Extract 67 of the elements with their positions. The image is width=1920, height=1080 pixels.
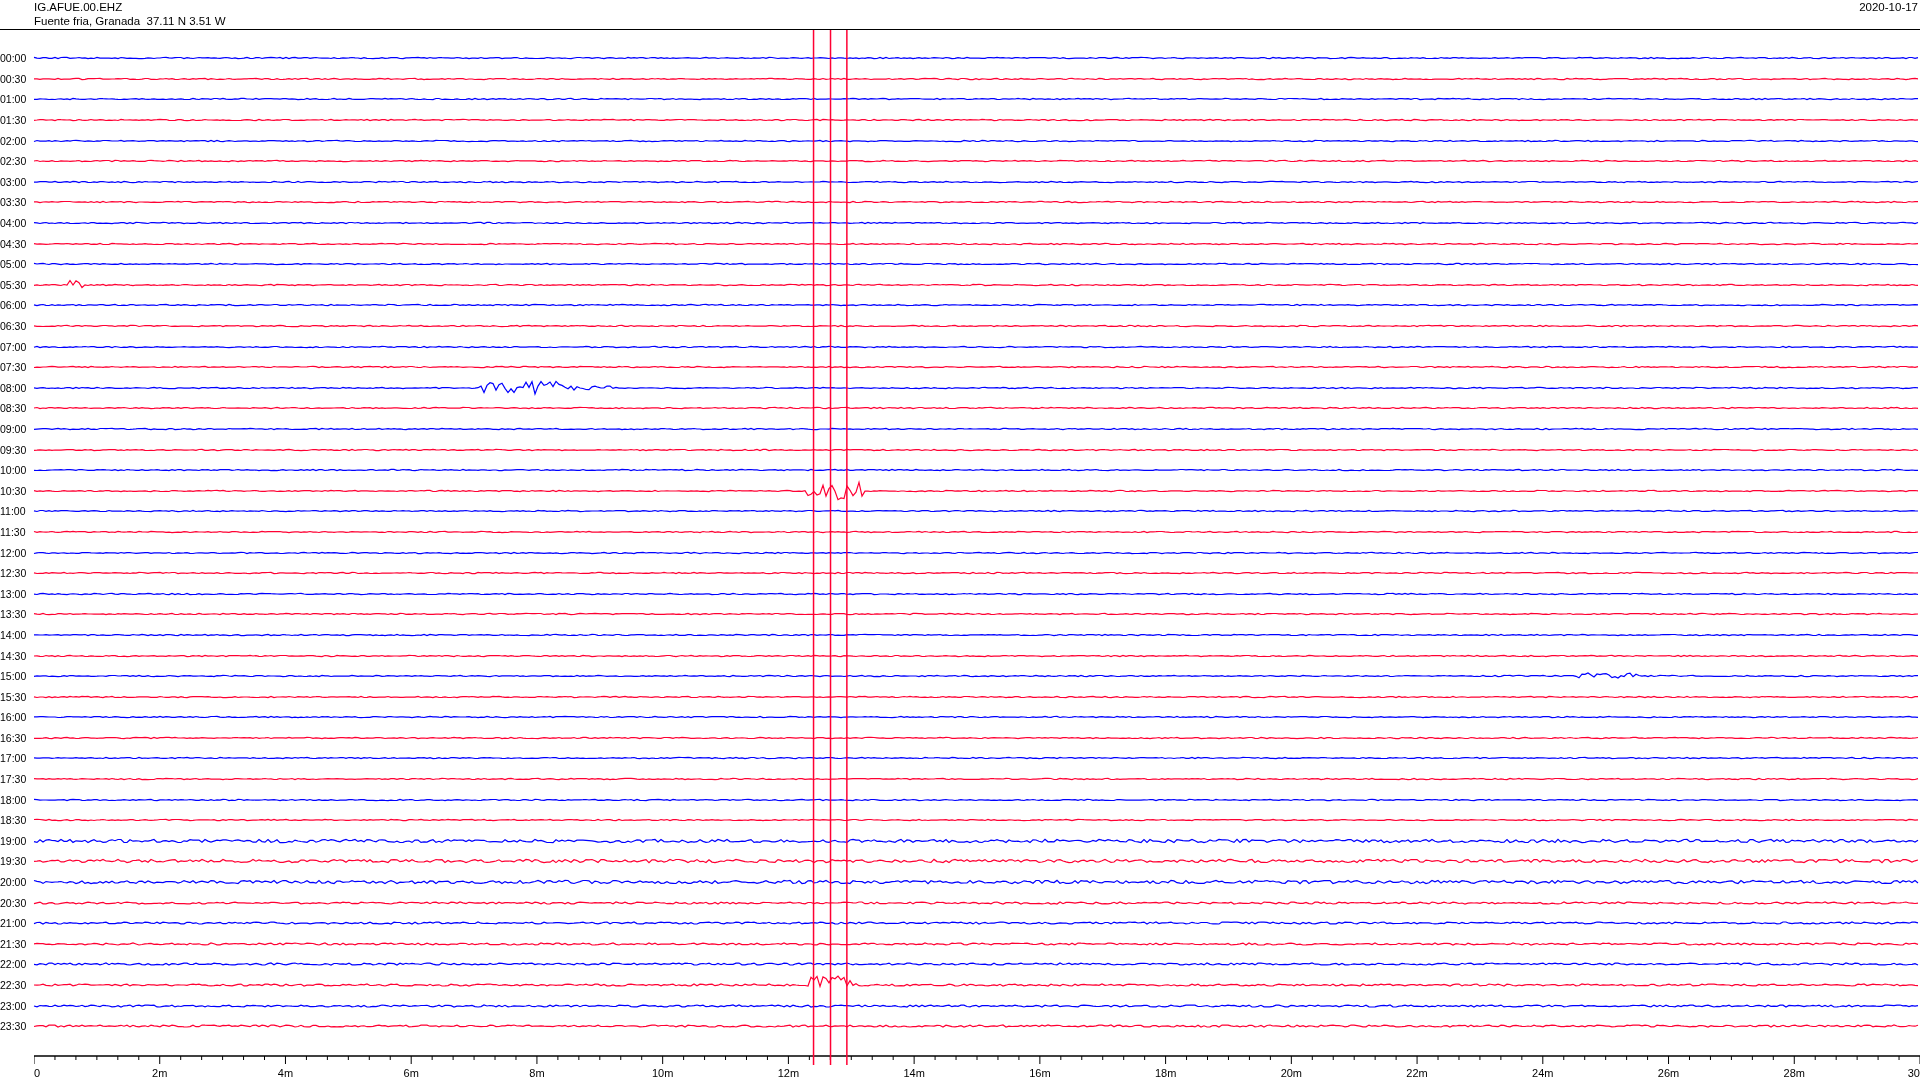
axis-label: 2m (152, 1066, 168, 1079)
axis-label: 6m (403, 1066, 419, 1079)
time-label: 09:00 (0, 423, 28, 435)
time-label: 11:00 (0, 505, 27, 518)
time-label: 23:00 (0, 999, 28, 1012)
station-code: IG.AFUE.00.EHZ (34, 0, 124, 14)
axis-label: 16m (1029, 1066, 1051, 1079)
axis-label: 4m (277, 1066, 294, 1079)
time-label: 20:00 (0, 876, 28, 889)
time-label: 02:30 (0, 155, 28, 168)
time-label: 01:30 (0, 114, 28, 127)
time-label: 17:30 (0, 773, 28, 786)
time-label: 17:00 (0, 752, 28, 765)
date-label: 2020-10-17 (1859, 0, 1918, 15)
time-label: 16:30 (0, 731, 28, 744)
time-label: 22:30 (0, 979, 28, 991)
axis-label: 28m (1783, 1066, 1805, 1079)
time-label: 19:00 (0, 834, 28, 847)
time-label: 04:00 (0, 217, 28, 230)
time-label: 15:00 (0, 670, 28, 683)
time-label: 12:30 (0, 567, 28, 580)
time-label: 03:30 (0, 196, 28, 209)
time-label: 06:00 (0, 299, 28, 312)
time-label: 07:00 (0, 340, 28, 353)
time-label: 16:00 (0, 711, 28, 724)
axis-label: 14m (903, 1066, 925, 1079)
axis-label: 26m (1657, 1066, 1680, 1079)
time-label: 03:00 (0, 175, 28, 188)
time-label: 00:00 (0, 52, 28, 65)
axis-label: 12m (777, 1066, 800, 1079)
station-location: Fuente fria, Granada 37.11 N 3.51 W (34, 14, 226, 28)
axis-label: 22m (1406, 1066, 1428, 1079)
time-label: 01:00 (0, 93, 28, 106)
time-label: 00:30 (0, 72, 28, 85)
time-label: 15:30 (0, 690, 28, 703)
time-label: 13:00 (0, 587, 28, 600)
axis-label: 20m (1280, 1066, 1303, 1079)
time-label: 11:30 (0, 525, 27, 538)
time-label: 04:30 (0, 237, 28, 250)
time-label: 20:30 (0, 896, 28, 909)
time-label: 23:30 (0, 1020, 28, 1033)
axis-label: 10m (651, 1066, 674, 1079)
time-label: 05:00 (0, 258, 28, 271)
time-label: 14:30 (0, 649, 28, 662)
time-label: 13:30 (0, 608, 28, 621)
time-label: 10:30 (0, 484, 28, 497)
time-label: 14:00 (0, 628, 28, 641)
time-label: 12:00 (0, 546, 28, 559)
axis-label: 0 (34, 1066, 41, 1079)
time-label: 07:30 (0, 361, 28, 374)
axis-label: 24m (1532, 1066, 1554, 1079)
time-label: 08:30 (0, 402, 28, 415)
time-label: 02:00 (0, 134, 28, 147)
time-label: 21:30 (0, 937, 28, 950)
axis-label: 30 (1907, 1066, 1920, 1079)
time-label: 06:30 (0, 320, 28, 332)
axis-label: 8m (529, 1066, 545, 1079)
time-label: 10:00 (0, 464, 28, 477)
time-label: 18:30 (0, 814, 28, 827)
time-label: 19:30 (0, 855, 28, 868)
time-label: 08:00 (0, 381, 28, 394)
axis-label: 18m (1154, 1066, 1177, 1079)
time-label: 21:00 (0, 917, 28, 930)
time-label: 22:00 (0, 958, 28, 971)
time-label: 05:30 (0, 278, 28, 291)
time-label: 18:00 (0, 793, 28, 806)
time-label: 09:30 (0, 443, 28, 456)
